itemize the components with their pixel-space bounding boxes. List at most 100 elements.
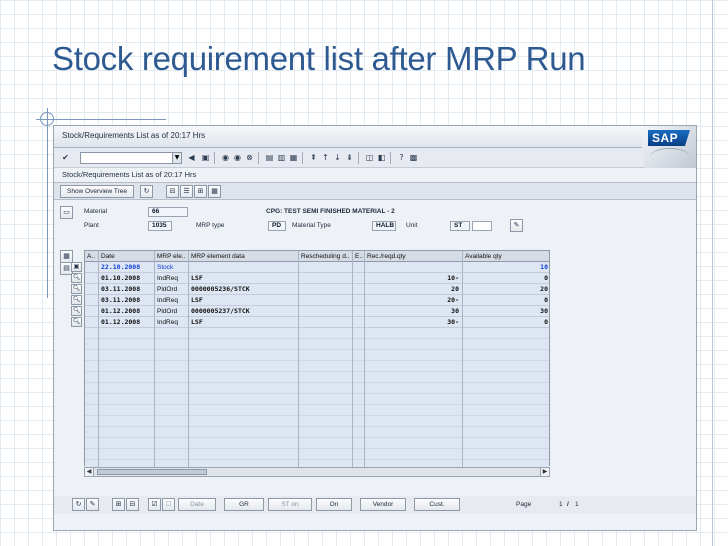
filter-icon[interactable]: ⊞: [112, 498, 125, 511]
new-session-icon[interactable]: ◫: [364, 152, 375, 163]
table-cell: [299, 394, 353, 405]
magnifier-icon[interactable]: 🔍︎: [71, 306, 82, 316]
save-icon[interactable]: ▣: [200, 152, 211, 163]
column-header[interactable]: MRP ele..: [155, 251, 189, 262]
next-page-icon[interactable]: ↓: [332, 152, 343, 163]
last-page-icon[interactable]: ⇟: [344, 152, 355, 163]
scroll-right-icon[interactable]: ▶: [540, 468, 549, 476]
table-cell: [299, 328, 353, 339]
date-button[interactable]: Date: [178, 498, 216, 511]
column-header[interactable]: Rescheduling d..: [299, 251, 353, 262]
column-header[interactable]: A..: [85, 251, 99, 262]
refresh-icon[interactable]: ↻: [72, 498, 85, 511]
cust-button[interactable]: Cust.: [414, 498, 460, 511]
table-cell: [353, 372, 365, 383]
table-cell: [299, 273, 353, 284]
table-row[interactable]: 03.11.2008 IndReq LSF 20- 0 🔍︎: [71, 295, 549, 306]
deselect-icon[interactable]: ☐: [162, 498, 175, 511]
table-cell: [353, 394, 365, 405]
table-icon[interactable]: ▦: [208, 185, 221, 198]
list-icon[interactable]: ☰: [180, 185, 193, 198]
help-icon[interactable]: ?: [396, 152, 407, 163]
scroll-left-icon[interactable]: ◀: [85, 468, 94, 476]
stock-icon[interactable]: ▣: [71, 262, 82, 272]
column-header[interactable]: Rec./reqd.qty: [365, 251, 463, 262]
command-history-icon[interactable]: ◀: [186, 152, 197, 163]
on-button[interactable]: On: [316, 498, 352, 511]
table-cell: [85, 317, 99, 328]
table-cell: [299, 438, 353, 449]
gr-button[interactable]: GR: [224, 498, 264, 511]
sap-logo: SAP: [642, 126, 696, 168]
first-page-icon[interactable]: ⇞: [308, 152, 319, 163]
previous-page-icon[interactable]: ↑: [320, 152, 331, 163]
find-next-icon[interactable]: ▦: [288, 152, 299, 163]
table-cell: [99, 372, 155, 383]
magnifier-icon[interactable]: 🔍︎: [71, 317, 82, 327]
horizontal-scrollbar[interactable]: ◀ ▶: [84, 467, 550, 477]
magnifier-icon[interactable]: 🔍︎: [71, 295, 82, 305]
sort-icon[interactable]: ⊟: [126, 498, 139, 511]
table-cell: [299, 427, 353, 438]
table-cell: [353, 416, 365, 427]
expand-icon[interactable]: ⊞: [194, 185, 207, 198]
column-header[interactable]: E..: [353, 251, 365, 262]
unit-label: Unit: [406, 222, 418, 229]
table-row[interactable]: 01.12.2008 IndReq LSF 30- 0 🔍︎: [71, 317, 549, 328]
table-cell: [189, 350, 299, 361]
edit-icon[interactable]: ✎: [510, 219, 523, 232]
table-cell: [353, 339, 365, 350]
back-icon[interactable]: ◉: [220, 152, 231, 163]
table-cell: [365, 339, 463, 350]
column-header[interactable]: Available qty: [463, 251, 551, 262]
table-cell: 10: [540, 263, 548, 271]
collapse-icon[interactable]: ⊟: [166, 185, 179, 198]
cust-button-label: Cust.: [429, 501, 445, 508]
unit-field: ST: [450, 221, 470, 231]
exit-icon[interactable]: ◉: [232, 152, 243, 163]
table-row[interactable]: 22.10.2008 Stock 10 ▣: [71, 262, 549, 273]
table-cell: [353, 295, 365, 306]
pencil-icon[interactable]: ✎: [86, 498, 99, 511]
column-header[interactable]: Date: [99, 251, 155, 262]
layout-menu-icon[interactable]: ▩: [408, 152, 419, 163]
table-cell: 20: [540, 285, 548, 293]
show-overview-tree-button[interactable]: Show Overview Tree: [60, 185, 134, 198]
table-cell: [155, 361, 189, 372]
header-details-icon[interactable]: ▭: [60, 206, 73, 219]
table-row[interactable]: 01.10.2008 IndReq LSF 10- 0 🔍︎: [71, 273, 549, 284]
shortcut-icon[interactable]: ◧: [376, 152, 387, 163]
table-cell: [299, 405, 353, 416]
table-row[interactable]: 01.12.2008 PldOrd 0000005237/STCK 30 30 🔍︎: [71, 306, 549, 317]
empty-table-row: [85, 372, 549, 383]
print-icon[interactable]: ▤: [264, 152, 275, 163]
chevron-down-icon[interactable]: ▼: [172, 152, 182, 164]
st-on-button[interactable]: ST on: [268, 498, 312, 511]
refresh-icon[interactable]: ↻: [140, 185, 153, 198]
table-cell: [353, 383, 365, 394]
table-cell: [365, 372, 463, 383]
find-icon[interactable]: ▥: [276, 152, 287, 163]
table-row[interactable]: 03.11.2008 PldOrd 0000005236/STCK 20 20 🔍︎: [71, 284, 549, 295]
magnifier-icon[interactable]: 🔍︎: [71, 273, 82, 283]
table-cell: LSF: [189, 273, 299, 284]
column-header[interactable]: MRP element data: [189, 251, 299, 262]
sap-logo-badge: SAP: [648, 130, 690, 146]
command-field[interactable]: [80, 152, 182, 164]
table-cell: [85, 438, 99, 449]
table-cell: [155, 438, 189, 449]
vendor-button[interactable]: Vendor: [360, 498, 406, 511]
cancel-icon[interactable]: ⊗: [244, 152, 255, 163]
toolbar-separator: [358, 152, 359, 164]
table-cell: [85, 295, 99, 306]
table-cell: [353, 328, 365, 339]
scrollbar-thumb[interactable]: [97, 469, 207, 475]
select-icon[interactable]: ☑: [148, 498, 161, 511]
magnifier-icon[interactable]: 🔍︎: [71, 284, 82, 294]
check-icon[interactable]: ✔: [60, 152, 71, 163]
table-cell: [353, 438, 365, 449]
decorative-circle: [40, 112, 54, 126]
table-cell: [353, 405, 365, 416]
empty-table-row: [85, 405, 549, 416]
table-cell: [85, 361, 99, 372]
